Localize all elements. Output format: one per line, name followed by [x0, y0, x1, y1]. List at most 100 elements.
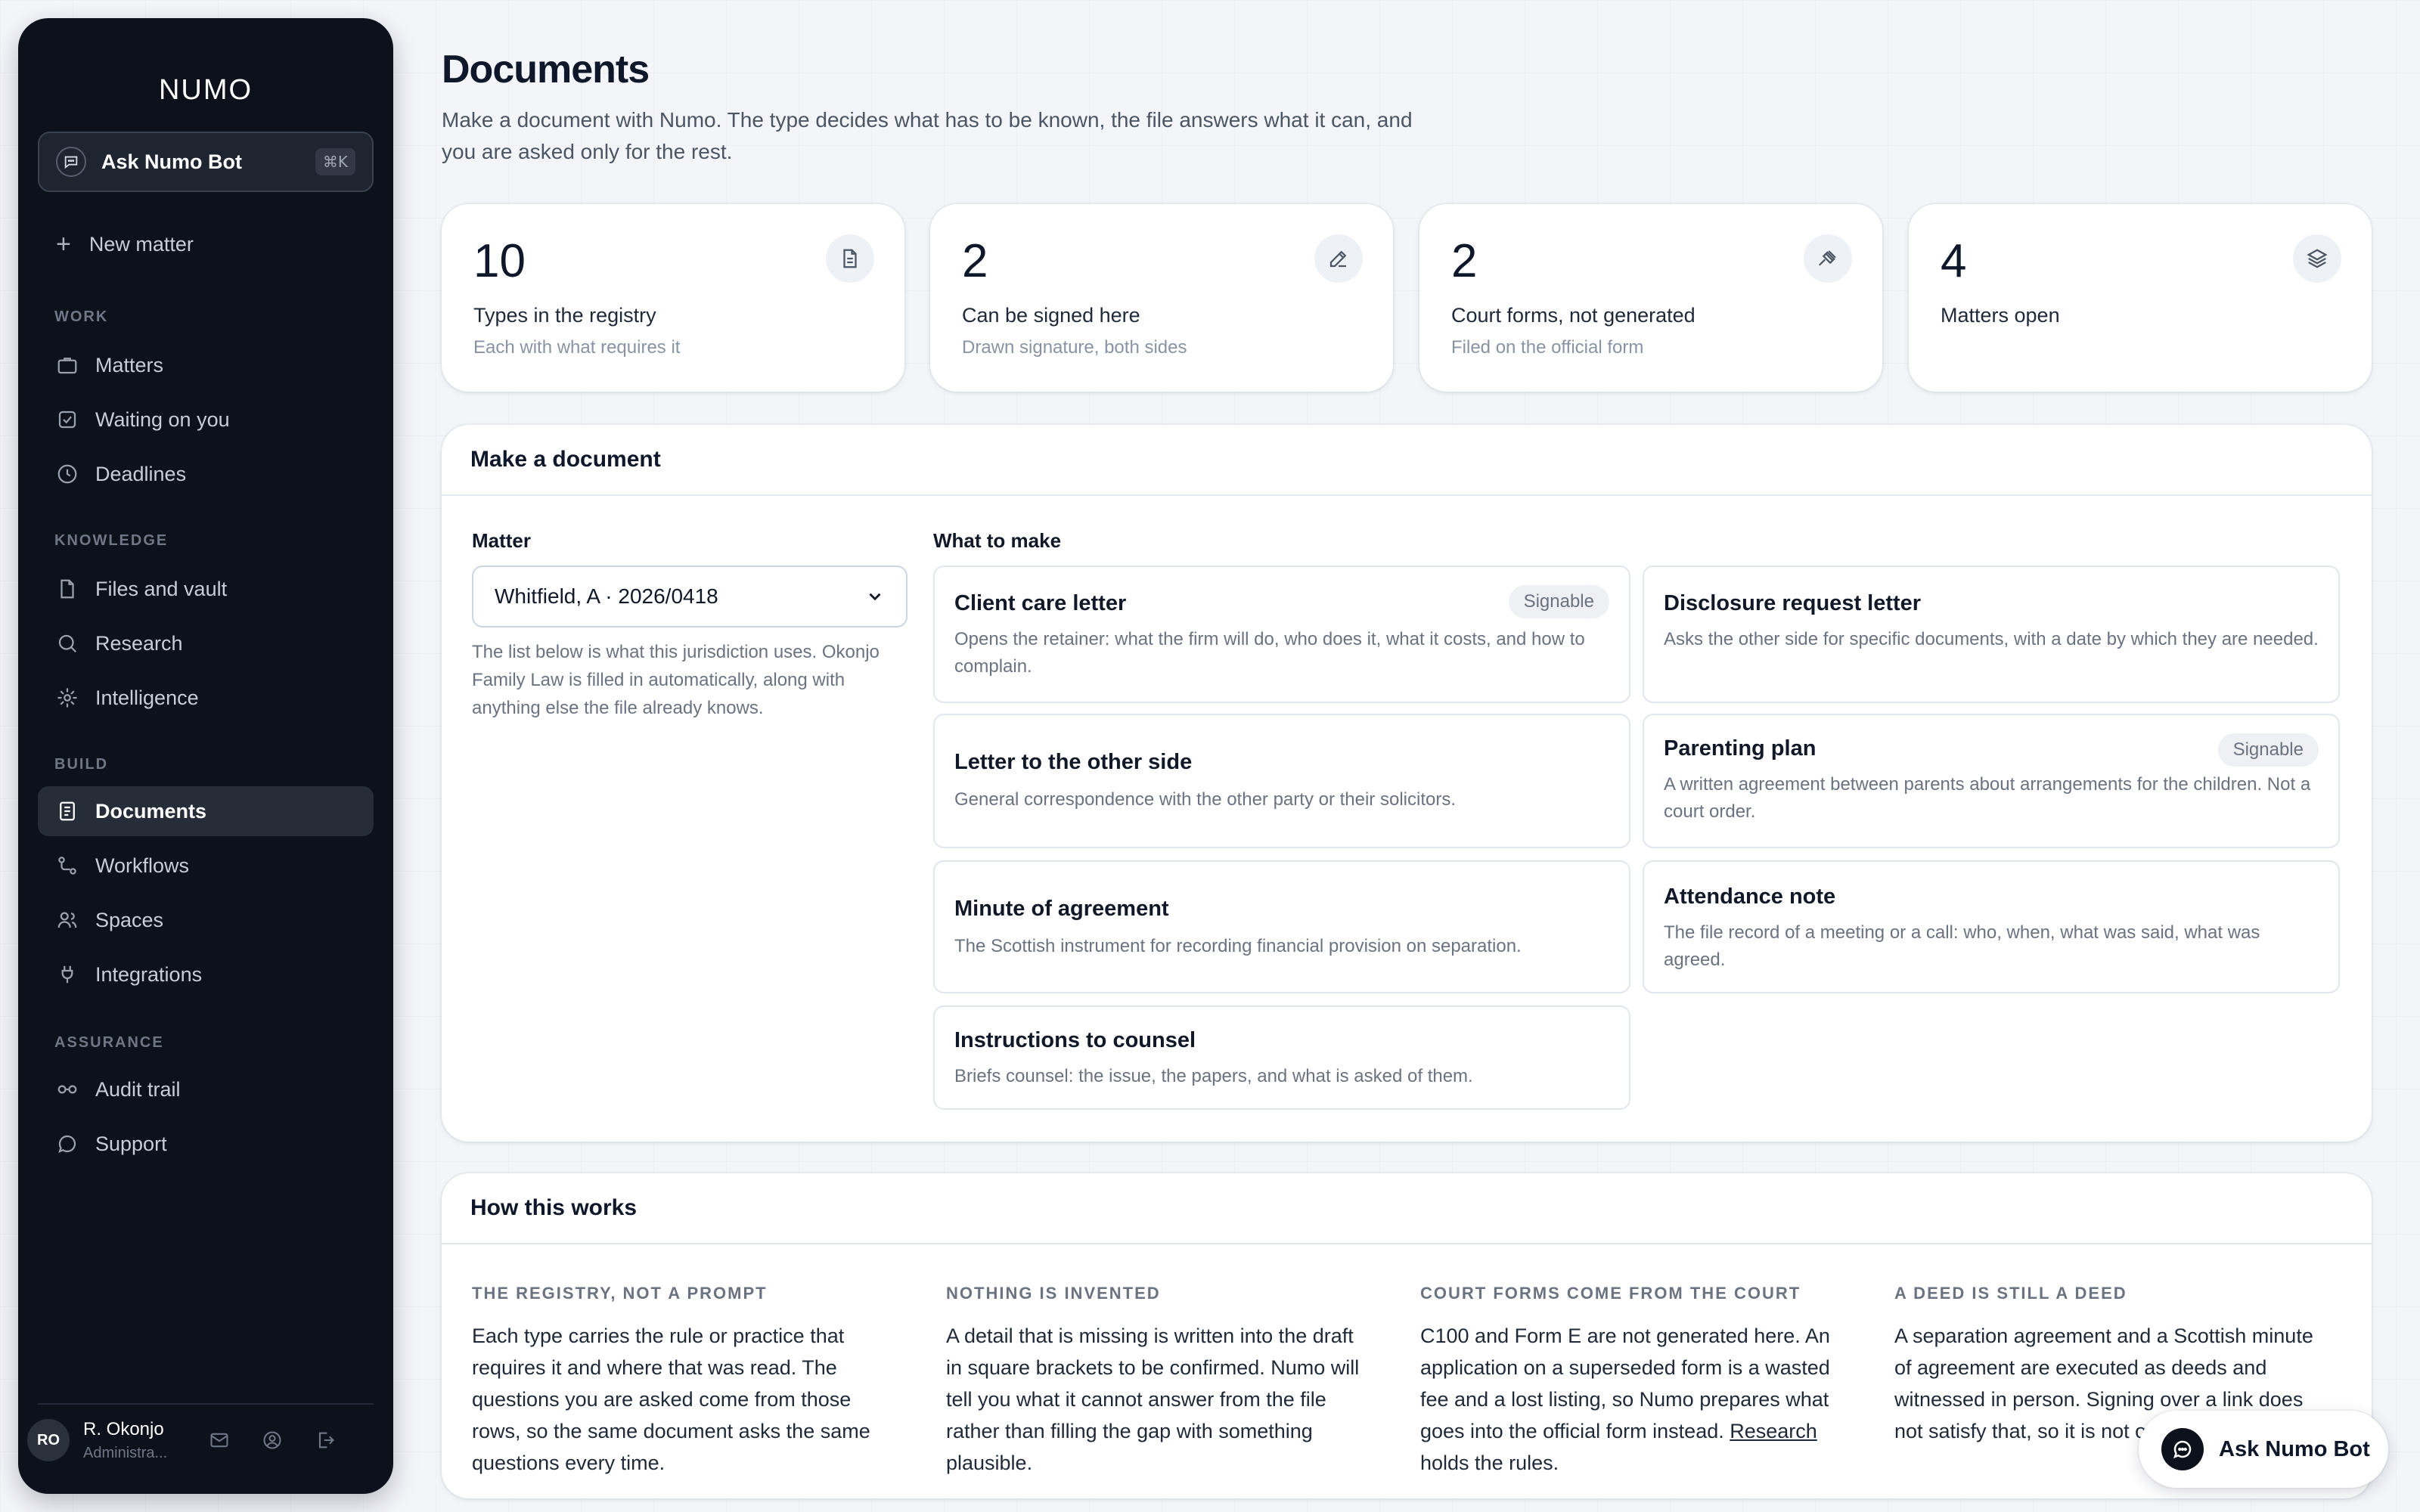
- doc-type-name: Minute of agreement: [954, 897, 1169, 921]
- doc-type-description: Asks the other side for specific documen…: [1664, 629, 2319, 649]
- how-column-text: A detail that is missing is written into…: [946, 1325, 1360, 1474]
- floating-bot-label: Ask Numo Bot: [2219, 1436, 2370, 1461]
- file-icon: [60, 579, 74, 599]
- workflow-icon: [58, 857, 76, 875]
- sidebar-item-label: Matters: [95, 353, 164, 376]
- document-icon: [826, 234, 874, 283]
- users-icon: [57, 912, 77, 928]
- sidebar-item-support[interactable]: Support: [38, 1119, 374, 1169]
- doc-type-description: A written agreement between parents abou…: [1664, 774, 2311, 822]
- stat-value: 10: [473, 235, 526, 287]
- doc-type-card-attendance-note[interactable]: Attendance note The file record of a mee…: [1643, 860, 2340, 993]
- avatar[interactable]: RO: [27, 1419, 70, 1461]
- sparkle-icon: [57, 688, 77, 708]
- doc-type-card-minute-of-agreement[interactable]: Minute of agreement The Scottish instrum…: [933, 860, 1630, 993]
- what-to-make-label: What to make: [933, 529, 1062, 552]
- sidebar-item-waiting[interactable]: Waiting on you: [38, 395, 374, 445]
- stat-title: Matters open: [1941, 304, 2060, 327]
- matter-hint: The list below is what this jurisdiction…: [472, 642, 880, 718]
- numo-logo[interactable]: NUMO: [18, 74, 393, 107]
- how-column-text: Each type carries the rule or practice t…: [472, 1325, 870, 1474]
- sidebar-item-deadlines[interactable]: Deadlines: [38, 449, 374, 499]
- how-column: COURT FORMS COME FROM THE COURT C100 and…: [1420, 1284, 1844, 1479]
- sidebar-item-audit[interactable]: Audit trail: [38, 1064, 374, 1114]
- mail-icon[interactable]: [209, 1430, 230, 1451]
- matter-select[interactable]: Whitfield, A · 2026/0418: [472, 565, 908, 627]
- sidebar-item-integrations[interactable]: Integrations: [38, 950, 374, 999]
- chat-bubble-icon: [2161, 1428, 2204, 1470]
- user-circle-icon[interactable]: [262, 1430, 283, 1451]
- sidebar-item-label: Deadlines: [95, 462, 187, 485]
- doc-type-description: The Scottish instrument for recording fi…: [954, 936, 1522, 956]
- stat-value: 4: [1941, 235, 1967, 287]
- how-column: NOTHING IS INVENTED A detail that is mis…: [946, 1284, 1370, 1479]
- chevron-down-icon: [869, 593, 881, 601]
- sidebar-item-research[interactable]: Research: [38, 618, 374, 668]
- clock-icon: [57, 464, 77, 484]
- pen-icon: [1314, 234, 1363, 283]
- section-label-work: WORK: [54, 308, 109, 325]
- doc-type-card-instructions-to-counsel[interactable]: Instructions to counsel Briefs counsel: …: [933, 1005, 1630, 1110]
- section-label-assurance: ASSURANCE: [54, 1034, 164, 1051]
- stat-card: 4 Matters open: [1909, 204, 2372, 392]
- sidebar-item-label: Spaces: [95, 908, 164, 931]
- research-link[interactable]: Research: [1730, 1420, 1817, 1442]
- sidebar-item-label: Files and vault: [95, 577, 228, 600]
- layers-icon: [2293, 234, 2341, 283]
- sidebar-item-label: Intelligence: [95, 686, 199, 709]
- user-name: R. Okonjo: [83, 1418, 164, 1439]
- stat-value: 2: [962, 235, 988, 287]
- message-circle-icon: [58, 1135, 76, 1153]
- make-document-heading: Make a document: [442, 425, 2372, 496]
- sidebar-item-label: Integrations: [95, 962, 203, 986]
- plus-icon: +: [56, 230, 71, 259]
- ask-numo-bot-button[interactable]: Ask Numo Bot ⌘K: [38, 132, 374, 192]
- new-matter-button[interactable]: + New matter: [56, 231, 194, 257]
- doc-type-description: General correspondence with the other pa…: [954, 789, 1456, 810]
- how-this-works-panel: How this works THE REGISTRY, NOT A PROMP…: [442, 1173, 2372, 1498]
- user-profile: RO R. Okonjo Administra...: [27, 1414, 352, 1467]
- how-column-text: C100 and Form E are not generated here. …: [1420, 1320, 1844, 1479]
- sidebar-item-label: Documents: [95, 799, 207, 823]
- floating-ask-numo-bot-button[interactable]: Ask Numo Bot: [2139, 1411, 2388, 1488]
- logout-icon[interactable]: [315, 1430, 336, 1451]
- stat-value: 2: [1451, 235, 1478, 287]
- ask-numo-bot-label: Ask Numo Bot: [101, 150, 243, 173]
- doc-type-card-disclosure-request-letter[interactable]: Disclosure request letter Asks the other…: [1643, 565, 2340, 703]
- gavel-icon: [1804, 234, 1852, 283]
- doc-type-card-letter-to-other-side[interactable]: Letter to the other side General corresp…: [933, 714, 1630, 848]
- how-column-heading: COURT FORMS COME FROM THE COURT: [1420, 1284, 1801, 1303]
- doc-type-description: Briefs counsel: the issue, the papers, a…: [954, 1066, 1473, 1086]
- stat-subtitle: Each with what requires it: [473, 337, 681, 358]
- sidebar-item-label: Waiting on you: [95, 407, 230, 431]
- check-square-icon: [58, 411, 76, 429]
- sidebar-item-matters[interactable]: Matters: [38, 340, 374, 390]
- sidebar-item-workflows[interactable]: Workflows: [38, 841, 374, 891]
- stat-card: 2 Can be signed here Drawn signature, bo…: [930, 204, 1393, 392]
- link-chain-icon: [57, 1085, 77, 1094]
- signable-badge: Signable: [2217, 733, 2319, 767]
- doc-type-name: Letter to the other side: [954, 750, 1193, 774]
- stat-subtitle: Filed on the official form: [1451, 337, 1644, 358]
- briefcase-icon: [57, 358, 77, 374]
- new-matter-label: New matter: [88, 232, 194, 256]
- sidebar-item-documents[interactable]: Documents: [38, 786, 374, 836]
- sidebar-item-label: Support: [95, 1132, 167, 1155]
- how-this-works-heading: How this works: [442, 1173, 2372, 1244]
- sidebar-item-spaces[interactable]: Spaces: [38, 895, 374, 945]
- sidebar-item-files[interactable]: Files and vault: [38, 564, 374, 614]
- section-label-knowledge: KNOWLEDGE: [54, 532, 169, 549]
- sidebar-item-label: Audit trail: [95, 1077, 181, 1101]
- search-icon: [58, 634, 77, 653]
- sidebar-divider: [38, 1403, 374, 1405]
- page-title: Documents: [442, 48, 650, 91]
- how-text-part: holds the rules.: [1420, 1452, 1559, 1474]
- doc-type-card-parenting-plan[interactable]: Parenting plan Signable A written agreem…: [1643, 714, 2340, 848]
- doc-type-name: Parenting plan: [1664, 736, 1817, 761]
- stat-subtitle: Drawn signature, both sides: [962, 337, 1187, 358]
- doc-type-card-client-care-letter[interactable]: Client care letter Signable Opens the re…: [933, 565, 1630, 703]
- doc-type-name: Instructions to counsel: [954, 1028, 1196, 1052]
- how-column-heading: THE REGISTRY, NOT A PROMPT: [472, 1284, 768, 1303]
- stat-title: Types in the registry: [473, 304, 656, 327]
- sidebar-item-intelligence[interactable]: Intelligence: [38, 673, 374, 723]
